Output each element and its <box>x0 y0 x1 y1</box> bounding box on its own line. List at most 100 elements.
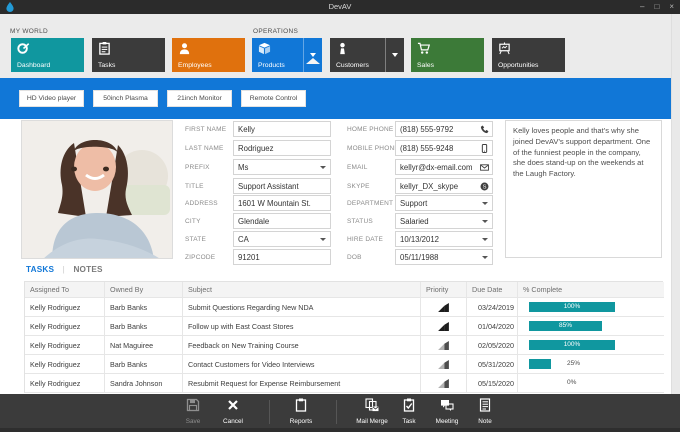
product-bar: HD Video player 50inch Plasma 21inch Mon… <box>0 78 680 119</box>
save-button[interactable]: Save <box>171 398 215 428</box>
field-city: CITY Glendale <box>185 213 331 229</box>
tab-notes[interactable]: NOTES <box>73 265 102 274</box>
column-header-priority[interactable]: Priority <box>421 282 467 298</box>
product-button-hd-video-player[interactable]: HD Video player <box>19 90 84 107</box>
ribbon: MY WORLD OPERATIONS Dashboard Tasks <box>0 14 680 78</box>
dashboard-gauge-icon <box>17 42 30 55</box>
employee-detail-panel: FIRST NAME Kelly LAST NAME Rodriguez PRE… <box>0 119 680 394</box>
employee-bio-memo[interactable]: Kelly loves people and that's why she jo… <box>505 120 662 258</box>
table-row[interactable]: Kelly Rodriguez Sandra Johnson Resubmit … <box>25 374 662 393</box>
chevron-down-icon <box>320 238 326 241</box>
priority-icon <box>438 303 449 312</box>
progress-bar: 0% <box>529 378 615 388</box>
mobile-icon <box>480 144 489 153</box>
field-mobile-phone: MOBILE PHONE (818) 555-9248 <box>347 140 493 156</box>
status-select[interactable]: Salaried <box>395 213 493 229</box>
column-header-due-date[interactable]: Due Date <box>467 282 518 298</box>
prefix-select[interactable]: Ms <box>233 159 331 175</box>
field-home-phone: HOME PHONE (818) 555-9792 <box>347 121 493 137</box>
tab-separator: | <box>63 265 65 274</box>
product-button-21inch-monitor[interactable]: 21inch Monitor <box>167 90 232 107</box>
progress-bar: 85% <box>529 321 615 331</box>
tile-sales[interactable]: Sales <box>411 38 484 72</box>
zipcode-input[interactable]: 91201 <box>233 249 331 265</box>
tile-opportunities[interactable]: Opportunities <box>492 38 565 72</box>
email-input[interactable]: kellyr@dx-email.com <box>395 159 493 175</box>
table-row[interactable]: Kelly Rodriguez Barb Banks Submit Questi… <box>25 298 662 317</box>
product-button-50inch-plasma[interactable]: 50inch Plasma <box>93 90 158 107</box>
skype-input[interactable]: kellyr_DX_skype S <box>395 178 493 194</box>
tile-dashboard[interactable]: Dashboard <box>11 38 84 72</box>
table-row[interactable]: Kelly Rodriguez Barb Banks Follow up wit… <box>25 317 662 336</box>
column-header-owned-by[interactable]: Owned By <box>105 282 183 298</box>
home-phone-input[interactable]: (818) 555-9792 <box>395 121 493 137</box>
hire-date-select[interactable]: 10/13/2012 <box>395 231 493 247</box>
field-skype: SKYPE kellyr_DX_skype S <box>347 178 493 194</box>
progress-bar: 25% <box>529 359 615 369</box>
chevron-down-icon <box>482 220 488 223</box>
tile-label: Customers <box>336 62 369 69</box>
column-header-percent-complete[interactable]: % Complete <box>518 282 664 298</box>
tile-label: Products <box>258 62 285 69</box>
customers-dropdown-button[interactable] <box>385 38 404 72</box>
maximize-button[interactable]: □ <box>654 0 659 14</box>
first-name-input[interactable]: Kelly <box>233 121 331 137</box>
field-prefix: PREFIX Ms <box>185 159 331 175</box>
note-button[interactable]: Note <box>463 398 507 428</box>
minimize-button[interactable]: – <box>640 0 644 14</box>
devav-app-window: DevAV – □ × MY WORLD OPERATIONS Dashboar… <box>0 0 680 432</box>
reports-button[interactable]: Reports <box>279 398 323 428</box>
mail-merge-icon <box>365 398 379 412</box>
tile-employees[interactable]: Employees <box>172 38 245 72</box>
field-title: TITLE Support Assistant <box>185 178 331 194</box>
priority-icon <box>438 360 449 369</box>
tile-label: Sales <box>417 62 434 69</box>
table-header-row: Assigned To Owned By Subject Priority Du… <box>25 282 662 298</box>
tab-tasks[interactable]: TASKS <box>26 265 54 274</box>
chevron-down-icon <box>482 238 488 241</box>
dob-select[interactable]: 05/11/1988 <box>395 249 493 265</box>
bottom-toolbar: Save Cancel Reports Mail Merge Task Meet… <box>0 394 680 432</box>
employees-person-icon <box>178 42 191 55</box>
field-address: ADDRESS 1601 W Mountain St. <box>185 195 331 211</box>
title-input[interactable]: Support Assistant <box>233 178 331 194</box>
column-header-assigned-to[interactable]: Assigned To <box>25 282 105 298</box>
table-row[interactable]: Kelly Rodriguez Nat Maguiree Feedback on… <box>25 336 662 355</box>
save-icon <box>186 398 200 412</box>
priority-icon <box>438 379 449 388</box>
table-row[interactable]: Kelly Rodriguez Barb Banks Contact Custo… <box>25 355 662 374</box>
field-status: STATUS Salaried <box>347 213 493 229</box>
tile-label: Employees <box>178 62 212 69</box>
opportunities-easel-icon <box>498 42 511 55</box>
cancel-button[interactable]: Cancel <box>211 398 255 428</box>
address-input[interactable]: 1601 W Mountain St. <box>233 195 331 211</box>
city-input[interactable]: Glendale <box>233 213 331 229</box>
products-dropdown-button[interactable] <box>303 38 322 72</box>
note-icon <box>478 398 492 412</box>
right-gutter <box>671 14 680 394</box>
skype-icon: S <box>480 182 489 191</box>
phone-icon <box>480 125 489 134</box>
close-button[interactable]: × <box>669 0 674 14</box>
tile-customers[interactable]: Customers <box>330 38 404 72</box>
tile-tasks[interactable]: Tasks <box>92 38 165 72</box>
last-name-input[interactable]: Rodriguez <box>233 140 331 156</box>
field-hire-date: HIRE DATE 10/13/2012 <box>347 231 493 247</box>
tile-label: Tasks <box>98 62 115 69</box>
field-department: DEPARTMENT Support <box>347 195 493 211</box>
tile-products[interactable]: Products <box>252 38 322 72</box>
column-header-subject[interactable]: Subject <box>183 282 421 298</box>
email-icon <box>480 163 489 172</box>
product-button-remote-control[interactable]: Remote Control <box>241 90 306 107</box>
titlebar: DevAV – □ × <box>0 0 680 14</box>
meeting-icon <box>440 398 454 412</box>
department-select[interactable]: Support <box>395 195 493 211</box>
tile-label: Dashboard <box>17 62 50 69</box>
state-select[interactable]: CA <box>233 231 331 247</box>
reports-icon <box>294 398 308 412</box>
chevron-down-icon <box>392 53 398 57</box>
customers-person-icon <box>336 42 349 55</box>
ribbon-group-my-world: MY WORLD <box>10 28 48 35</box>
progress-bar: 100% <box>529 340 615 350</box>
mobile-phone-input[interactable]: (818) 555-9248 <box>395 140 493 156</box>
